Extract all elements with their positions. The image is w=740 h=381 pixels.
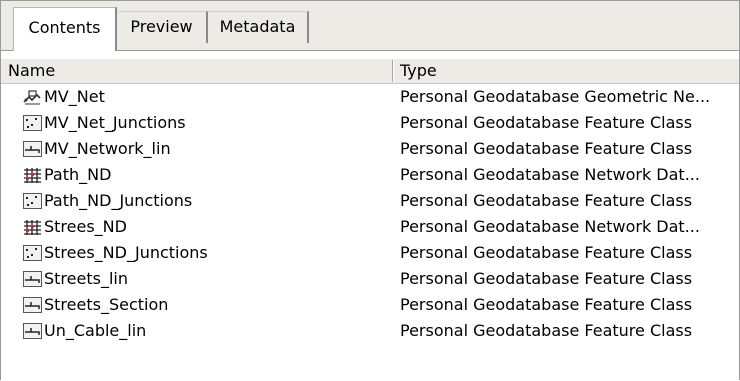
line-feature-class-icon (23, 322, 42, 339)
item-name: Streets_Section (44, 295, 169, 314)
list-item[interactable]: Path_ND_Junctions Personal Geodatabase Fe… (1, 188, 739, 214)
item-type: Personal Geodatabase Feature Class (400, 269, 693, 288)
tab-contents[interactable]: Contents (13, 7, 117, 51)
network-dataset-icon (23, 218, 42, 235)
contents-list: MV_Net Personal Geodatabase Geometric Ne.… (1, 84, 739, 344)
item-name: Path_ND_Junctions (44, 191, 193, 210)
item-name: Un_Cable_lin (44, 321, 147, 340)
item-type: Personal Geodatabase Feature Class (400, 243, 693, 262)
item-type: Personal Geodatabase Feature Class (400, 139, 693, 158)
item-name: Strees_ND_Junctions (44, 243, 208, 262)
item-type: Personal Geodatabase Network Dat... (400, 217, 700, 236)
column-header-name[interactable]: Name (1, 59, 392, 83)
list-item[interactable]: Strees_ND_Junctions Personal Geodatabase … (1, 240, 739, 266)
list-item[interactable]: MV_Network_lin Personal Geodatabase Featu… (1, 136, 739, 162)
tab-preview[interactable]: Preview (117, 11, 208, 43)
line-feature-class-icon (23, 296, 42, 313)
point-feature-class-icon (23, 192, 42, 209)
item-type: Personal Geodatabase Feature Class (400, 295, 693, 314)
network-dataset-icon (23, 166, 42, 183)
list-item[interactable]: Un_Cable_lin Personal Geodatabase Feature… (1, 318, 739, 344)
list-item[interactable]: MV_Net_Junctions Personal Geodatabase Fea… (1, 110, 739, 136)
point-feature-class-icon (23, 244, 42, 261)
item-name: MV_Network_lin (44, 139, 171, 158)
line-feature-class-icon (23, 270, 42, 287)
item-name: MV_Net (44, 87, 105, 106)
geometric-network-icon (23, 88, 42, 105)
line-feature-class-icon (23, 140, 42, 157)
column-header-type[interactable]: Type (393, 59, 739, 83)
item-type: Personal Geodatabase Feature Class (400, 321, 693, 340)
catalog-panel: Contents Preview Metadata Name Type MV_N… (0, 0, 740, 380)
point-feature-class-icon (23, 114, 42, 131)
column-header: Name Type (1, 58, 739, 84)
item-name: Path_ND (44, 165, 112, 184)
item-name: Streets_lin (44, 269, 128, 288)
list-item[interactable]: MV_Net Personal Geodatabase Geometric Ne.… (1, 84, 739, 110)
item-type: Personal Geodatabase Feature Class (400, 191, 693, 210)
item-type: Personal Geodatabase Feature Class (400, 113, 693, 132)
item-type: Personal Geodatabase Network Dat... (400, 165, 700, 184)
list-item[interactable]: Strees_ND Personal Geodatabase Network Da… (1, 214, 739, 240)
tab-metadata[interactable]: Metadata (208, 11, 309, 43)
item-type: Personal Geodatabase Geometric Ne... (400, 87, 711, 106)
list-item[interactable]: Streets_lin Personal Geodatabase Feature … (1, 266, 739, 292)
item-name: Strees_ND (44, 217, 127, 236)
list-item[interactable]: Streets_Section Personal Geodatabase Feat… (1, 292, 739, 318)
tab-strip: Contents Preview Metadata (1, 1, 739, 51)
list-item[interactable]: Path_ND Personal Geodatabase Network Dat.… (1, 162, 739, 188)
item-name: MV_Net_Junctions (44, 113, 186, 132)
